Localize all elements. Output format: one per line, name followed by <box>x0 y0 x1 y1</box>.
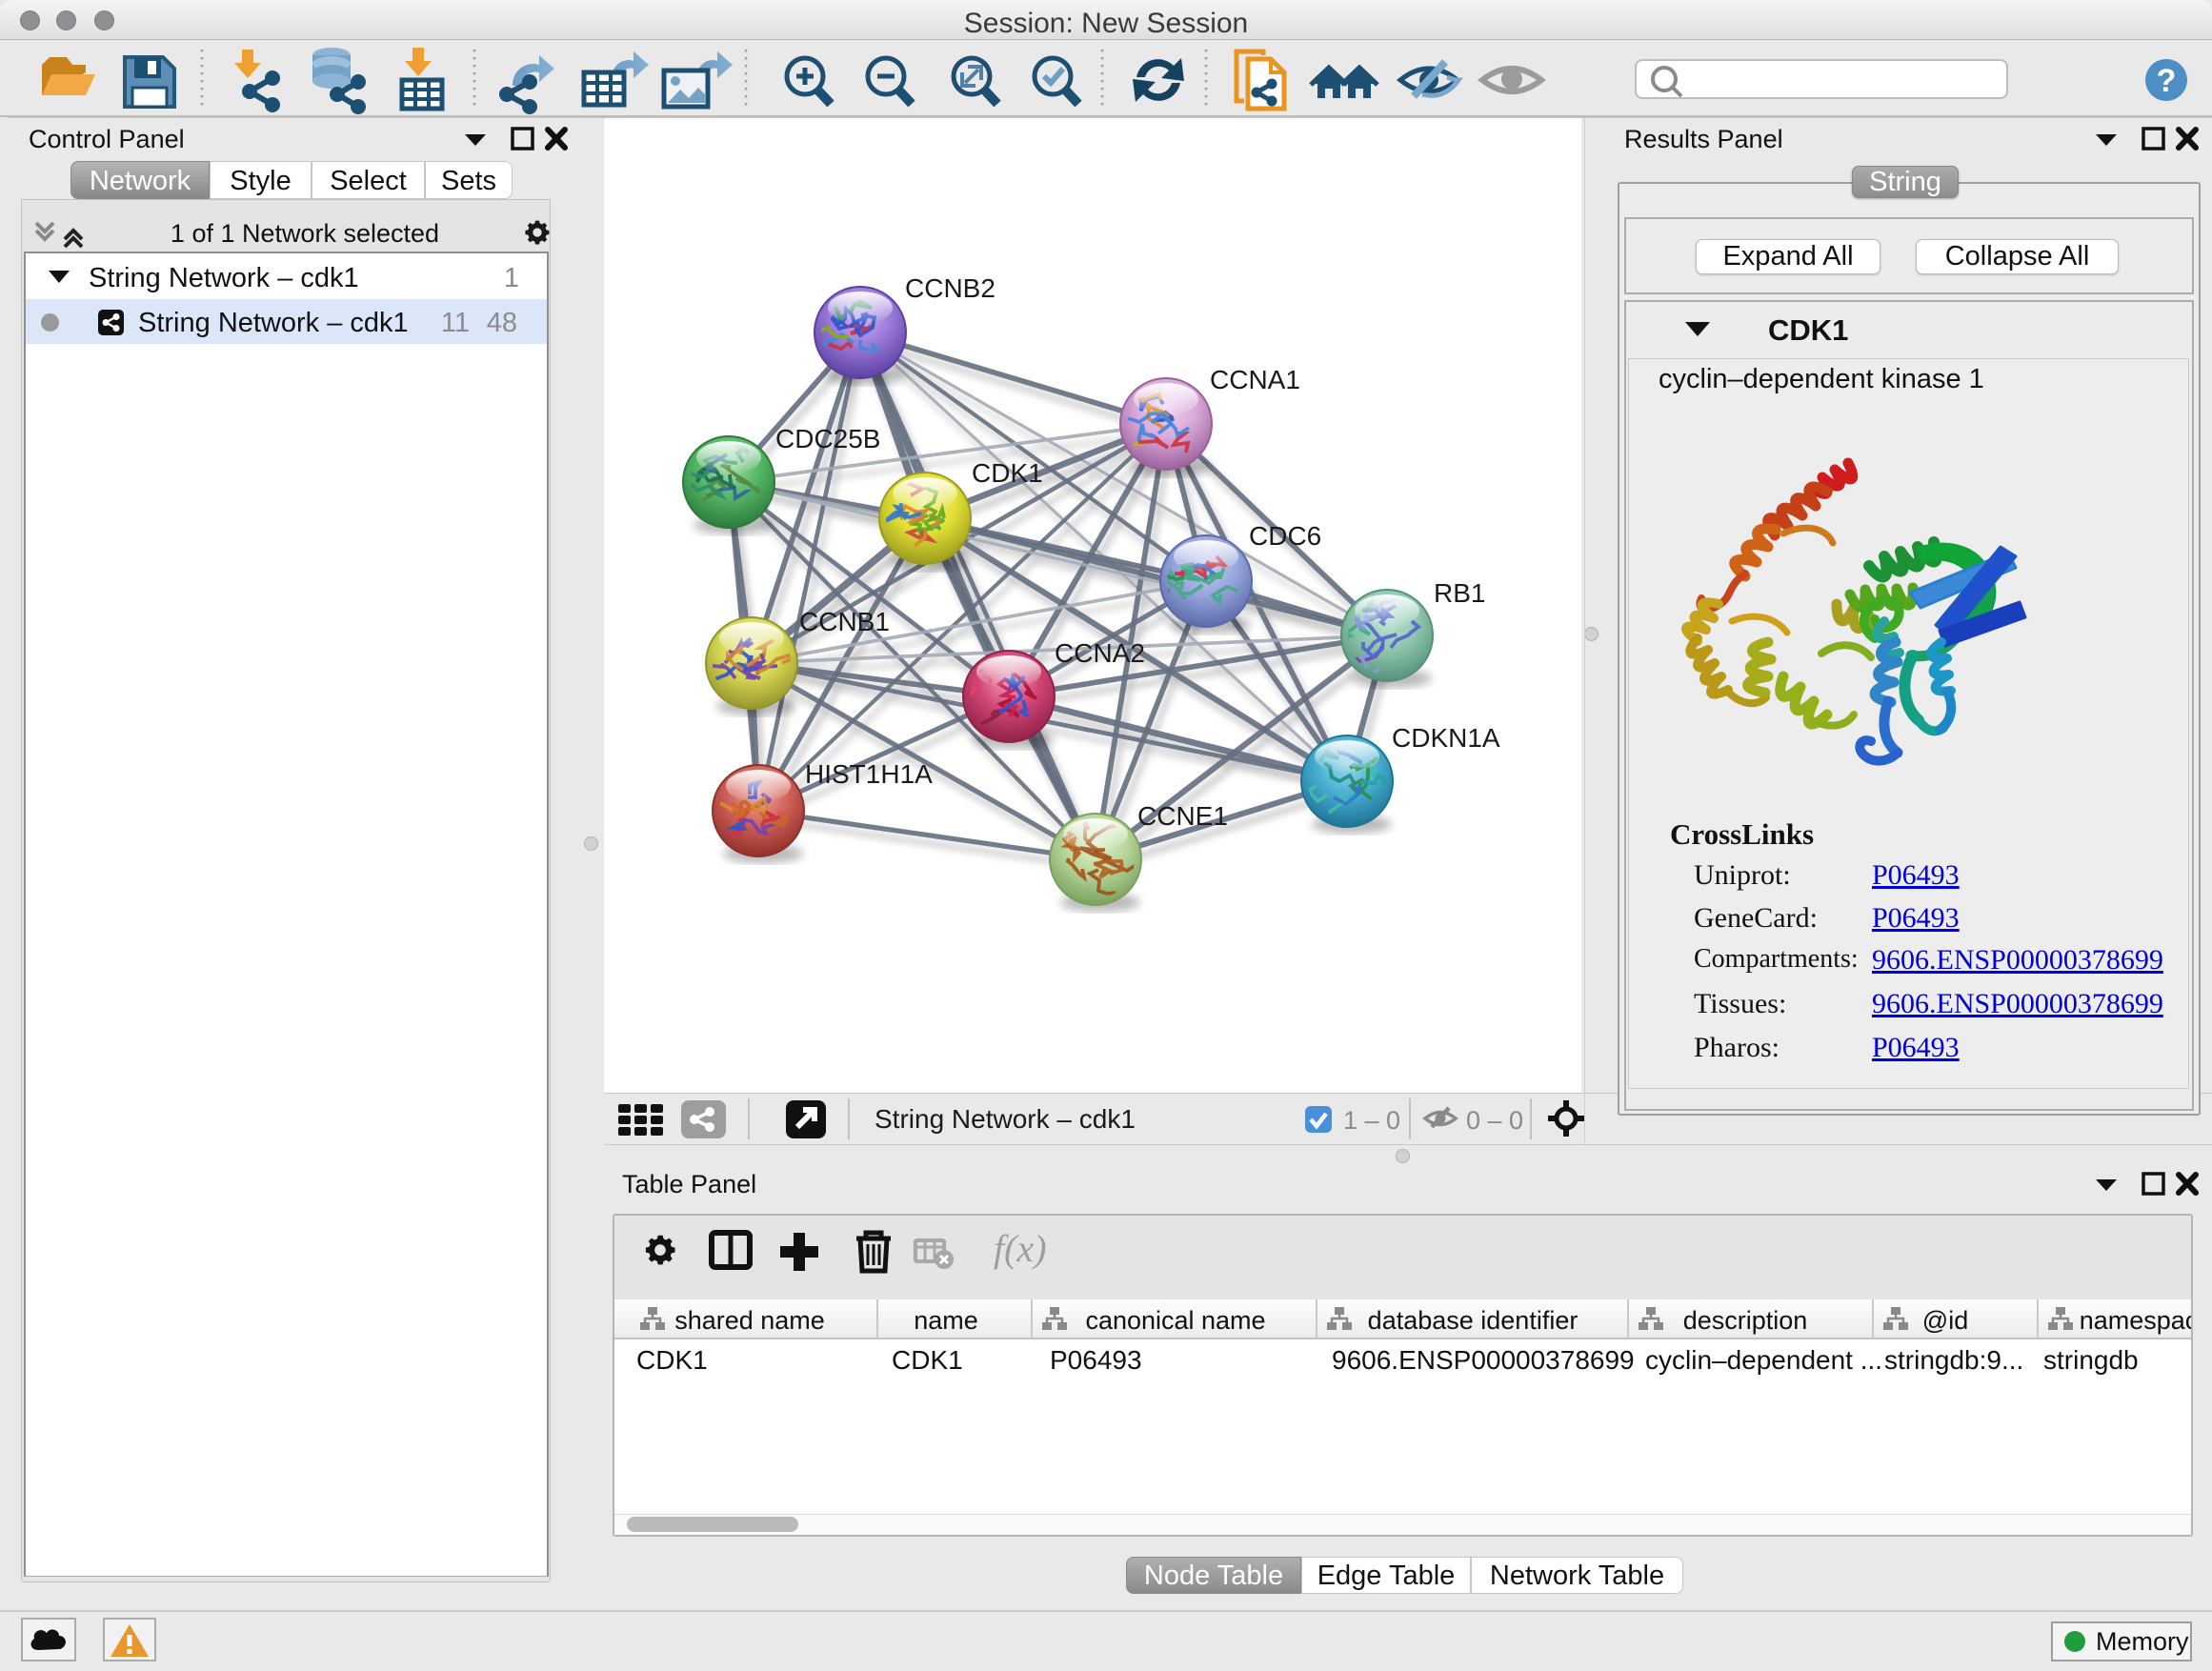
svg-text:CDK1: CDK1 <box>972 458 1043 488</box>
svg-text:?: ? <box>2157 63 2177 99</box>
svg-text:CDKN1A: CDKN1A <box>1392 723 1500 753</box>
svg-text:f(x): f(x) <box>994 1227 1047 1270</box>
svg-text:shared name: shared name <box>674 1306 825 1335</box>
svg-text:String Network – cdk1: String Network – cdk1 <box>875 1104 1136 1134</box>
svg-text:CCNB1: CCNB1 <box>799 607 890 636</box>
svg-text:CCNB2: CCNB2 <box>905 273 995 303</box>
svg-text:RB1: RB1 <box>1434 578 1485 608</box>
svg-text:CCNA2: CCNA2 <box>1055 638 1145 668</box>
svg-text:canonical name: canonical name <box>1085 1306 1265 1335</box>
svg-text:database identifier: database identifier <box>1368 1306 1579 1335</box>
svg-text:CCNE1: CCNE1 <box>1137 801 1228 831</box>
svg-text:name: name <box>914 1306 978 1335</box>
svg-text:CDC6: CDC6 <box>1249 521 1321 551</box>
svg-text:1 – 0: 1 – 0 <box>1343 1106 1400 1135</box>
svg-text:HIST1H1A: HIST1H1A <box>805 759 933 789</box>
svg-text:CCNA1: CCNA1 <box>1210 365 1300 394</box>
svg-text:CDC25B: CDC25B <box>775 424 880 453</box>
svg-text:0 – 0: 0 – 0 <box>1466 1106 1523 1135</box>
svg-text:description: description <box>1683 1306 1808 1335</box>
svg-text:namespac: namespac <box>2080 1306 2191 1335</box>
svg-text:@id: @id <box>1922 1306 1968 1335</box>
